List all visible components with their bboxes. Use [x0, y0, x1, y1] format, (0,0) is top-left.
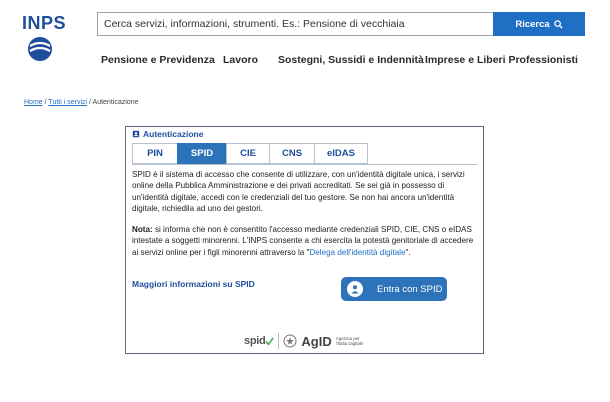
- logo-text: INPS: [22, 13, 67, 33]
- italian-emblem-icon: [283, 334, 297, 348]
- tab-cns[interactable]: CNS: [269, 143, 315, 164]
- id-card-icon: [132, 130, 140, 138]
- breadcrumb-separator: /: [44, 99, 47, 106]
- check-icon: [265, 336, 275, 345]
- search-icon: [553, 19, 563, 29]
- breadcrumb-separator: /: [89, 99, 91, 106]
- nav-item-imprese[interactable]: Imprese e Liberi Professionisti: [425, 54, 578, 66]
- search-button[interactable]: Ricerca: [493, 12, 585, 36]
- note-text: si informa che non è consentito l'access…: [132, 225, 474, 257]
- auth-panel: Autenticazione PIN SPID CIE CNS eIDAS SP…: [125, 126, 484, 354]
- more-info-spid-link[interactable]: Maggiori informazioni su SPID: [132, 279, 255, 289]
- nav-item-pensione[interactable]: Pensione e Previdenza: [101, 54, 215, 66]
- main-nav: Pensione e Previdenza Lavoro Sostegni, S…: [0, 54, 610, 68]
- auth-tabs: PIN SPID CIE CNS eIDAS: [132, 143, 368, 164]
- breadcrumb-current: Autenticazione: [92, 99, 139, 106]
- search-button-label: Ricerca: [515, 18, 550, 30]
- tab-spid[interactable]: SPID: [177, 143, 227, 164]
- note-end: ".: [405, 247, 411, 257]
- breadcrumb-all-services-link[interactable]: Tutti i servizi: [48, 99, 87, 106]
- login-spid-label: Entra con SPID: [377, 283, 443, 295]
- minor-note: Nota: si informa che non è consentito l'…: [132, 224, 477, 258]
- agid-logo: AgID: [301, 333, 332, 349]
- auth-title-text: Autenticazione: [143, 129, 204, 139]
- tab-cie[interactable]: CIE: [226, 143, 270, 164]
- spid-intro-text: SPID è il sistema di accesso che consent…: [132, 170, 465, 214]
- tab-pin[interactable]: PIN: [132, 143, 178, 164]
- search-bar: Ricerca: [97, 12, 585, 36]
- agid-subtitle: Agenzia per l'Italia Digitale: [335, 336, 364, 346]
- note-label: Nota:: [132, 225, 153, 234]
- nav-item-sostegni[interactable]: Sostegni, Sussidi e Indennità: [278, 54, 424, 66]
- auth-panel-title: Autenticazione: [132, 129, 203, 139]
- user-icon: [347, 281, 363, 297]
- search-input[interactable]: [97, 12, 493, 36]
- breadcrumb: Home / Tutti i servizi / Autenticazione: [24, 99, 138, 106]
- footer-logos: spid AgID Agenzia per l'Italia Digitale: [244, 332, 372, 350]
- delega-link[interactable]: Delega dell'identità digitale: [309, 248, 405, 257]
- tabs-divider: [132, 164, 477, 165]
- tab-eidas[interactable]: eIDAS: [314, 143, 368, 164]
- logo-divider: [278, 333, 280, 349]
- login-spid-button[interactable]: Entra con SPID: [341, 277, 447, 301]
- spid-logo: spid: [244, 335, 266, 347]
- breadcrumb-home-link[interactable]: Home: [24, 99, 43, 106]
- nav-item-lavoro[interactable]: Lavoro: [223, 54, 258, 66]
